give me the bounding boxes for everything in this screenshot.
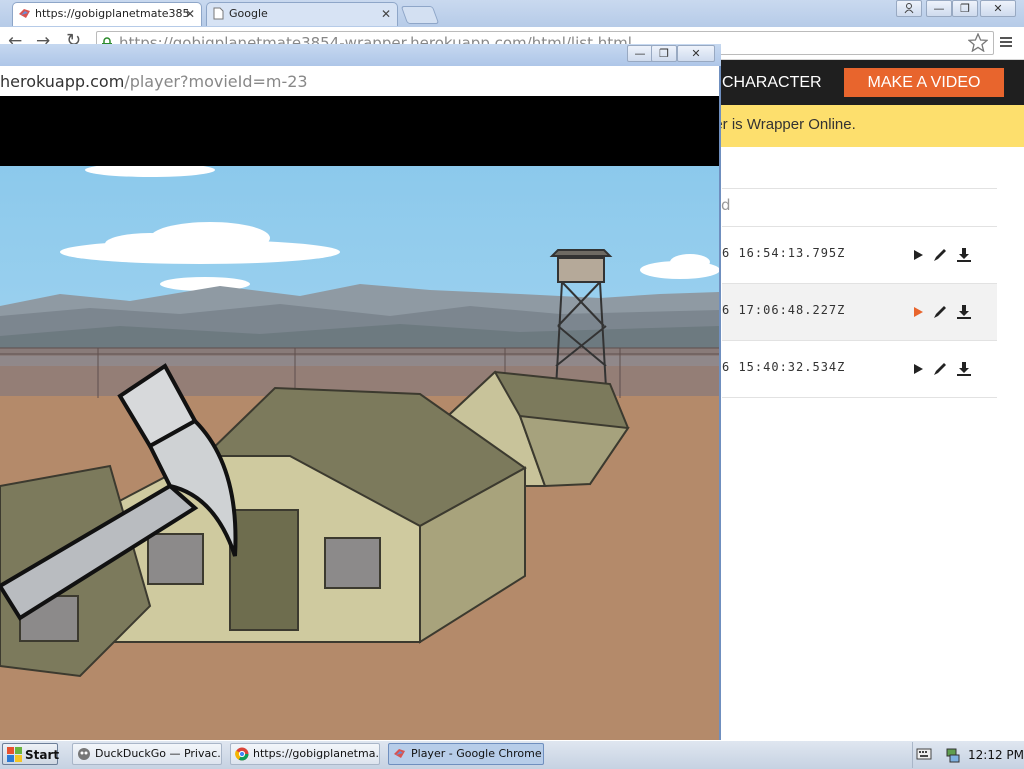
movie-timestamp: 6 15:40:32.534Z [722,360,846,374]
download-icon[interactable] [956,247,972,263]
play-icon[interactable] [910,304,926,320]
close-window-button[interactable]: ✕ [980,0,1016,17]
play-icon[interactable] [910,247,926,263]
restore-icon: ❐ [960,2,970,15]
tab-google[interactable]: Google ✕ [206,2,398,26]
close-tab-icon[interactable]: ✕ [185,3,195,25]
edit-icon[interactable] [932,247,948,263]
divider [722,397,997,398]
popup-url-path: /player?movieId=m-23 [124,72,308,91]
person-icon [904,3,914,14]
start-button[interactable]: Start [2,743,60,765]
wrapper-favicon-icon [394,749,405,758]
download-icon[interactable] [956,361,972,377]
windows-logo-icon [7,747,22,762]
taskbar-item-chrome[interactable]: https://gobigplanetma... [230,743,380,765]
close-icon: ✕ [691,47,701,60]
list-header-label: d [721,196,731,214]
popup-title-bar [0,44,721,66]
restore-icon: ❐ [659,47,669,60]
chrome-icon [235,747,249,761]
notice-text: per is Wrapper Online. [706,116,856,133]
movie-timestamp: 6 17:06:48.227Z [722,303,846,317]
start-label: Start [25,748,60,762]
popup-minimize-button[interactable]: — [627,45,653,62]
popup-url-host: herokuapp.com [0,72,125,91]
movie-row: 6 17:06:48.227Z [722,284,997,340]
menu-button[interactable] [998,34,1014,54]
player-letterbox [0,96,719,166]
close-tab-icon[interactable]: ✕ [381,3,391,25]
popup-restore-button[interactable]: ❐ [651,45,677,62]
tab-label: https://gobigplanetmate385 [35,7,190,20]
minimize-icon: — [634,47,646,60]
system-clock[interactable]: 12:12 PM [968,742,1024,768]
make-video-button[interactable]: MAKE A VIDEO [844,68,1004,97]
popup-close-button[interactable]: ✕ [677,45,715,62]
movie-timestamp: 6 16:54:13.795Z [722,246,846,260]
close-icon: ✕ [993,2,1003,15]
edit-icon[interactable] [932,304,948,320]
play-icon[interactable] [910,361,926,377]
network-icon[interactable] [945,747,961,763]
tab-label: Google [229,7,268,20]
divider [722,188,997,189]
taskbar-item-duckduckgo[interactable]: DuckDuckGo — Privac... [72,743,222,765]
bookmark-star-icon[interactable] [968,33,988,52]
profile-button[interactable] [896,0,922,17]
nav-character-link[interactable]: CHARACTER [722,60,822,105]
tab-wrapper-list[interactable]: https://gobigplanetmate385 ✕ [12,2,202,26]
new-tab-button[interactable] [400,6,440,24]
hamburger-menu-icon [1000,37,1012,47]
taskbar-item-label: Player - Google Chrome [411,747,542,760]
edit-icon[interactable] [932,361,948,377]
taskbar-item-label: DuckDuckGo — Privac... [95,747,222,760]
taskbar-item-player[interactable]: Player - Google Chrome [388,743,544,765]
minimize-icon: — [933,2,945,15]
movie-row: 6 15:40:32.534Z [722,341,997,397]
raccoon-icon [78,748,90,760]
restore-button[interactable]: ❐ [952,0,978,17]
movie-player-scene[interactable] [0,166,719,740]
download-icon[interactable] [956,304,972,320]
taskbar-item-label: https://gobigplanetma... [253,747,380,760]
wrapper-favicon-icon [19,9,30,18]
minimize-button[interactable]: — [926,0,952,17]
page-icon [213,7,224,20]
movie-row: 6 16:54:13.795Z [722,227,997,283]
popup-address-bar: herokuapp.com/player?movieId=m-23 [0,68,719,96]
keyboard-icon[interactable] [916,747,932,761]
